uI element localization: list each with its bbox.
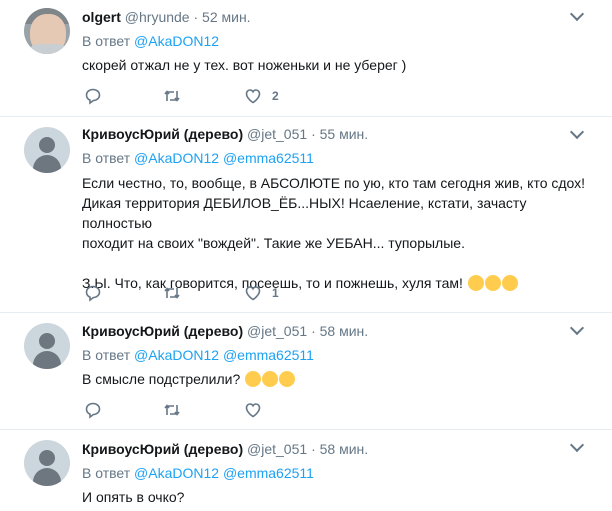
timestamp[interactable]: 52 мин. [202, 9, 251, 25]
retweet-button[interactable] [162, 400, 182, 420]
tweet-text: И опять в очко? [82, 489, 185, 505]
mention-link[interactable]: @emma62511 [223, 150, 314, 166]
rolling-on-floor-laughing-emoji [501, 275, 518, 291]
mention-link[interactable]: @AkaDON12 [134, 465, 219, 481]
timestamp[interactable]: 58 мин. [320, 441, 369, 457]
user-handle[interactable]: @jet_051 [247, 441, 307, 457]
tweet-text-line: походит на своих "вождей". Такие же УЕБА… [82, 235, 465, 251]
reply-context: В ответ @AkaDON12 @emma62511 [82, 150, 314, 166]
reply-button[interactable] [84, 86, 102, 106]
mention-link[interactable]: @AkaDON12 [134, 33, 219, 49]
rolling-on-floor-laughing-emoji [245, 371, 262, 387]
avatar[interactable] [24, 127, 70, 173]
avatar[interactable] [24, 440, 70, 486]
mention-link[interactable]: @emma62511 [223, 347, 314, 363]
separator: · [311, 323, 316, 339]
user-name[interactable]: КривоусЮрий (дерево) [82, 323, 243, 339]
retweet-icon [164, 287, 180, 299]
tweet-3[interactable]: КривоусЮрий (дерево) @jet_051 · 58 мин. … [0, 313, 612, 430]
reply-context: В ответ @AkaDON12 @emma62511 [82, 465, 314, 481]
like-button[interactable] [244, 400, 262, 420]
reply-prefix: В ответ [82, 465, 131, 481]
user-name[interactable]: olgert [82, 9, 121, 25]
reply-icon [85, 88, 101, 105]
tweet-header: КривоусЮрий (дерево) @jet_051 · 58 мин. [82, 323, 368, 339]
retweet-button[interactable] [162, 283, 182, 303]
separator: · [311, 126, 316, 142]
tweet-header: КривоусЮрий (дерево) @jet_051 · 58 мин. [82, 441, 368, 457]
reply-button[interactable] [84, 400, 102, 420]
tweet-1[interactable]: olgert @hryunde · 52 мин. В ответ @AkaDO… [0, 0, 612, 117]
reply-prefix: В ответ [82, 33, 131, 49]
avatar[interactable] [24, 8, 70, 54]
rolling-on-floor-laughing-emoji [279, 371, 296, 387]
tweet-text-content: В смысле подстрелили? [82, 371, 241, 387]
tweet-text-line: Если честно, то, вообще, в АБСОЛЮТЕ по у… [82, 175, 586, 191]
timestamp[interactable]: 55 мин. [320, 126, 369, 142]
tweet-text-line: Дикая территория ДЕБИЛОВ_ЁБ...НЫХ! Нсаел… [82, 195, 527, 231]
chevron-down-icon[interactable] [569, 6, 585, 22]
like-count: 1 [272, 286, 279, 300]
user-handle[interactable]: @hryunde [125, 9, 190, 25]
retweet-icon [164, 404, 180, 416]
reply-context: В ответ @AkaDON12 [82, 33, 219, 49]
heart-icon [245, 89, 261, 104]
like-button[interactable]: 2 [244, 86, 279, 106]
chevron-down-icon[interactable] [569, 320, 585, 336]
heart-icon [245, 403, 261, 418]
tweet-text: Если честно, то, вообще, в АБСОЛЮТЕ по у… [82, 173, 592, 293]
chevron-down-icon[interactable] [569, 437, 585, 453]
mention-link[interactable]: @AkaDON12 [134, 150, 219, 166]
tweet-4[interactable]: КривоусЮрий (дерево) @jet_051 · 58 мин. … [0, 430, 612, 511]
tweet-header: КривоусЮрий (дерево) @jet_051 · 55 мин. [82, 126, 368, 142]
separator: · [193, 9, 199, 25]
tweet-text: В смысле подстрелили? [82, 369, 592, 389]
user-handle[interactable]: @jet_051 [247, 126, 307, 142]
reply-icon [85, 402, 101, 419]
retweet-button[interactable] [162, 86, 182, 106]
rolling-on-floor-laughing-emoji [467, 275, 484, 291]
reply-prefix: В ответ [82, 150, 131, 166]
avatar[interactable] [24, 323, 70, 369]
mention-link[interactable]: @AkaDON12 [134, 347, 219, 363]
user-name[interactable]: КривоусЮрий (дерево) [82, 441, 243, 457]
mention-link[interactable]: @emma62511 [223, 465, 314, 481]
tweet-2[interactable]: КривоусЮрий (дерево) @jet_051 · 55 мин. … [0, 117, 612, 313]
rolling-on-floor-laughing-emoji [484, 275, 501, 291]
user-handle[interactable]: @jet_051 [247, 323, 307, 339]
timestamp[interactable]: 58 мин. [320, 323, 369, 339]
like-count: 2 [272, 89, 279, 103]
like-button[interactable]: 1 [244, 283, 279, 303]
retweet-icon [164, 90, 180, 102]
reply-prefix: В ответ [82, 347, 131, 363]
user-name[interactable]: КривоусЮрий (дерево) [82, 126, 243, 142]
separator: · [311, 441, 316, 457]
rolling-on-floor-laughing-emoji [262, 371, 279, 387]
tweet-header: olgert @hryunde · 52 мин. [82, 9, 251, 25]
reply-button[interactable] [84, 283, 102, 303]
chevron-down-icon[interactable] [569, 124, 585, 140]
tweet-text: скорей отжал не у тех. вот ноженьки и не… [82, 57, 407, 73]
reply-icon [85, 285, 101, 302]
reply-context: В ответ @AkaDON12 @emma62511 [82, 347, 314, 363]
heart-icon [245, 286, 261, 301]
